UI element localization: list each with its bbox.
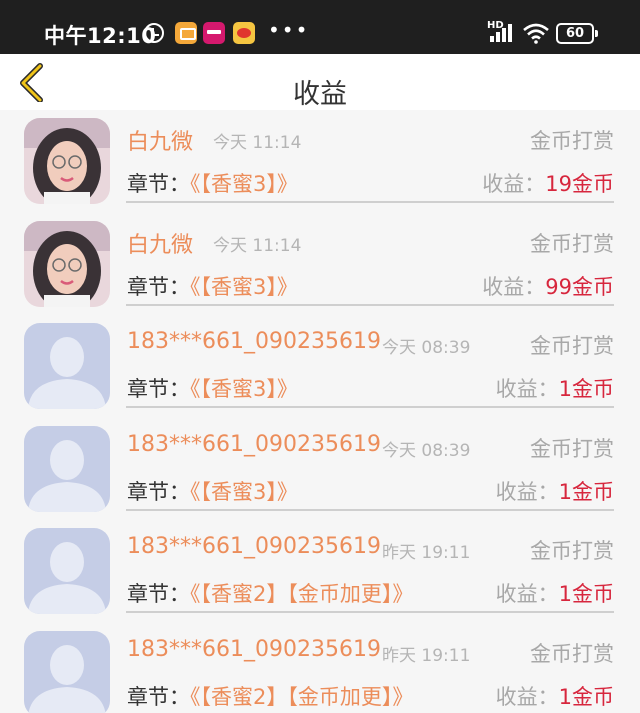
status-time: 中午12:10 — [44, 24, 157, 48]
record-time: 昨天 19:11 — [382, 645, 471, 666]
income-record[interactable]: 183***661_090235619 今天 08:39 金币打赏 章节：《【香… — [0, 418, 640, 521]
default-avatar-icon — [24, 630, 110, 713]
reward-type: 金币打赏 — [530, 231, 614, 256]
income-list: 白九微 今天 11:14 金币打赏 章节：《【香蜜3】》 收益：19金币 白九微 — [0, 110, 640, 713]
user-name: 183***661_090235619 — [127, 534, 381, 560]
chapter-title: 《【香蜜2】【金币加更】》 — [190, 582, 414, 607]
income-record[interactable]: 183***661_090235619 昨天 19:11 金币打赏 章节：《【香… — [0, 520, 640, 623]
chapter-label: 章节： — [127, 684, 190, 709]
chapter-label: 章节： — [127, 582, 190, 607]
more-notifications-icon: ••• — [268, 18, 310, 42]
income-value: 1金币 — [558, 479, 614, 504]
app-notification-icon — [175, 22, 197, 44]
divider — [126, 406, 614, 409]
user-name: 白九微 — [127, 130, 194, 155]
reward-type: 金币打赏 — [530, 641, 614, 666]
wifi-icon — [523, 23, 549, 44]
alarm-icon — [144, 23, 164, 43]
record-time: 今天 08:39 — [382, 338, 471, 359]
income-value: 99金币 — [545, 274, 614, 299]
income-value: 19金币 — [545, 172, 614, 196]
income-record[interactable]: 183***661_090235619 今天 08:39 金币打赏 章节：《【香… — [0, 315, 640, 418]
divider — [126, 201, 614, 203]
income-label: 收益： — [495, 479, 559, 504]
income-label: 收益： — [482, 172, 546, 196]
income-value: 1金币 — [558, 582, 614, 607]
top-nav-bar: 收益 — [0, 54, 640, 110]
record-time: 今天 11:14 — [213, 133, 302, 153]
reward-type: 金币打赏 — [530, 539, 614, 564]
income-value: 1金币 — [558, 684, 614, 709]
record-time: 今天 08:39 — [382, 440, 471, 461]
user-name: 183***661_090235619 — [127, 636, 381, 662]
battery-indicator: 60 — [556, 23, 598, 44]
divider — [126, 611, 614, 614]
avatar — [24, 220, 110, 307]
chapter-title: 《【香蜜3】》 — [190, 172, 298, 196]
reward-type: 金币打赏 — [530, 129, 614, 153]
chapter-title: 《【香蜜3】》 — [190, 479, 298, 504]
chapter-label: 章节： — [127, 172, 190, 196]
chapter-title: 《【香蜜3】》 — [190, 274, 298, 299]
user-name: 183***661_090235619 — [127, 431, 381, 457]
chapter-label: 章节： — [127, 479, 190, 504]
default-avatar-icon — [24, 528, 110, 615]
record-time: 今天 11:14 — [213, 235, 302, 256]
income-label: 收益： — [495, 684, 559, 709]
reward-type: 金币打赏 — [530, 334, 614, 359]
income-label: 收益： — [495, 582, 559, 607]
default-avatar-icon — [24, 425, 110, 512]
default-avatar-icon — [24, 323, 110, 410]
chapter-title: 《【香蜜3】》 — [190, 377, 298, 402]
divider — [126, 303, 614, 306]
divider — [126, 508, 614, 511]
chapter-label: 章节： — [127, 377, 190, 402]
chapter-label: 章节： — [127, 274, 190, 299]
income-value: 1金币 — [558, 377, 614, 402]
income-record[interactable]: 白九微 今天 11:14 金币打赏 章节：《【香蜜3】》 收益：19金币 — [0, 110, 640, 213]
page-title: 收益 — [293, 79, 347, 110]
weibo-icon — [233, 22, 255, 44]
income-record[interactable]: 白九微 今天 11:14 金币打赏 章节：《【香蜜3】》 收益：99金币 — [0, 213, 640, 316]
income-record[interactable]: 183***661_090235619 昨天 19:11 金币打赏 章节：《【香… — [0, 623, 640, 713]
user-name: 白九微 — [127, 232, 194, 258]
chapter-title: 《【香蜜2】【金币加更】》 — [190, 684, 414, 709]
avatar — [24, 118, 110, 204]
signal-icon — [490, 24, 514, 42]
shopping-app-icon — [203, 22, 225, 44]
reward-type: 金币打赏 — [530, 436, 614, 461]
income-label: 收益： — [495, 377, 559, 402]
record-time: 昨天 19:11 — [382, 543, 471, 564]
status-bar: 中午12:10 ••• HD 60 — [0, 0, 640, 54]
income-label: 收益： — [482, 274, 546, 299]
user-name: 183***661_090235619 — [127, 329, 381, 355]
